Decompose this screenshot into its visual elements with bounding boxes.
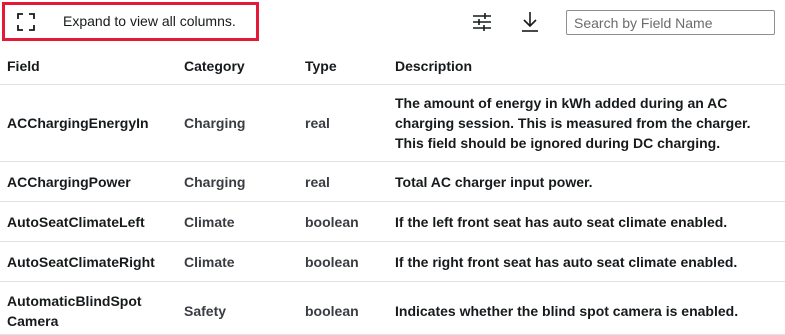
cell-description: Indicates whether the blind spot camera … xyxy=(388,281,785,335)
cell-type: boolean xyxy=(298,201,388,242)
expand-columns-button[interactable]: Expand to view all columns. xyxy=(17,12,257,32)
expand-columns-label: Expand to view all columns. xyxy=(63,13,236,29)
cell-description: If the left front seat has auto seat cli… xyxy=(388,201,785,242)
cell-description: Total AC charger input power. xyxy=(388,161,785,202)
cell-field: AutomaticBlindSpot Camera xyxy=(0,281,177,335)
table-row[interactable]: ACChargingEnergyIn Charging real The amo… xyxy=(0,84,785,162)
cell-type: real xyxy=(298,84,388,162)
cell-category: Charging xyxy=(177,84,298,162)
cell-category: Climate xyxy=(177,241,298,282)
search-input[interactable] xyxy=(566,10,775,35)
table-row[interactable]: ACChargingPower Charging real Total AC c… xyxy=(0,161,785,202)
sliders-icon[interactable] xyxy=(472,12,492,32)
cell-type: boolean xyxy=(298,281,388,335)
table-row[interactable]: AutoSeatClimateRight Climate boolean If … xyxy=(0,241,785,282)
table-header-row: Field Category Type Description xyxy=(0,47,785,85)
cell-field: AutoSeatClimateRight xyxy=(0,241,177,282)
table-row[interactable]: AutoSeatClimateLeft Climate boolean If t… xyxy=(0,201,785,242)
column-header-type[interactable]: Type xyxy=(298,47,388,85)
cell-category: Climate xyxy=(177,201,298,242)
column-header-description[interactable]: Description xyxy=(388,47,785,85)
download-icon[interactable] xyxy=(520,11,540,33)
cell-category: Safety xyxy=(177,281,298,335)
cell-description: If the right front seat has auto seat cl… xyxy=(388,241,785,282)
cell-type: boolean xyxy=(298,241,388,282)
column-header-field[interactable]: Field xyxy=(0,47,177,85)
fields-table: Field Category Type Description ACChargi… xyxy=(0,47,785,335)
cell-type: real xyxy=(298,161,388,202)
cell-category: Charging xyxy=(177,161,298,202)
cell-description: The amount of energy in kWh added during… xyxy=(388,84,785,162)
column-header-category[interactable]: Category xyxy=(177,47,298,85)
cell-field: ACChargingEnergyIn xyxy=(0,84,177,162)
cell-field: AutoSeatClimateLeft xyxy=(0,201,177,242)
table-row[interactable]: AutomaticBlindSpot Camera Safety boolean… xyxy=(0,281,785,335)
expand-icon xyxy=(17,13,35,31)
cell-field: ACChargingPower xyxy=(0,161,177,202)
table-toolbar: Expand to view all columns. xyxy=(0,0,785,46)
